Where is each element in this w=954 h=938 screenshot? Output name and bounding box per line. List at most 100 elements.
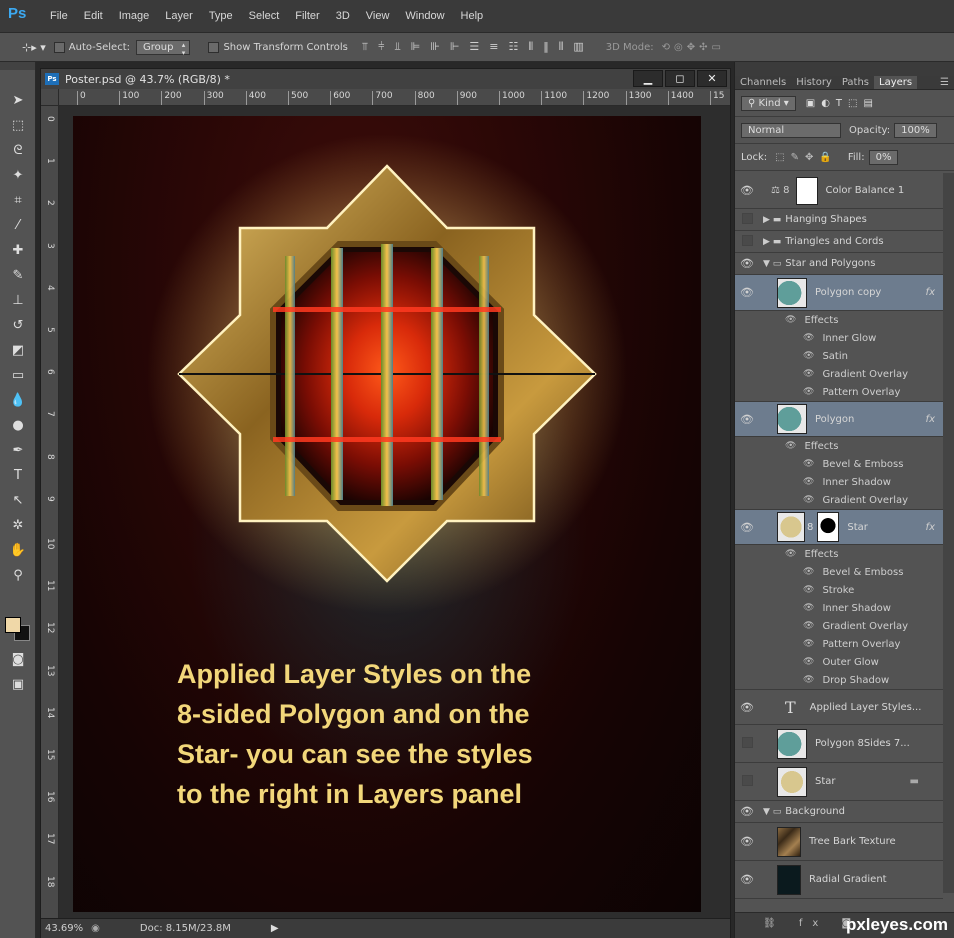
ruler-origin[interactable]	[41, 89, 59, 106]
layer-row-selected[interactable]: 👁 8 Star fx	[735, 509, 943, 545]
layer-group-row[interactable]: 👁 ▼ ▭ Star and Polygons	[735, 253, 943, 275]
show-transform-checkbox[interactable]	[208, 41, 220, 53]
layer-row-selected[interactable]: 👁 Polygon copy fx	[735, 275, 943, 311]
3d-mode-icons[interactable]: ⟲◎✥✣▭	[662, 42, 725, 53]
opacity-input[interactable]: 100%	[894, 122, 937, 138]
vertical-ruler[interactable]: 012345678910111213141516171819	[41, 106, 59, 929]
layer-row[interactable]: 👁 T Applied Layer Styles...	[735, 689, 943, 725]
effect-eye-icon[interactable]: 👁	[785, 315, 796, 325]
panel-menu-icon[interactable]: ☰	[935, 76, 954, 89]
lasso-tool-icon[interactable]: ᘓ	[0, 138, 36, 163]
effect-eye-icon[interactable]: 👁	[803, 603, 814, 613]
align-left-icon[interactable]: ⊫	[411, 40, 421, 54]
filter-kind-dropdown[interactable]: ⚲ Kind ▾	[741, 95, 796, 111]
distribute-left-icon[interactable]: ⦀	[528, 40, 533, 54]
effects-header[interactable]: 👁 Effects	[735, 437, 943, 455]
menu-help[interactable]: Help	[453, 10, 492, 22]
effect-eye-icon[interactable]: 👁	[785, 549, 796, 559]
hand-tool-icon[interactable]: ✋	[0, 538, 36, 563]
dodge-tool-icon[interactable]: ●	[0, 413, 36, 438]
toolbar-grip[interactable]	[0, 62, 35, 70]
visibility-eye-icon[interactable]: 👁	[735, 257, 759, 270]
shape-tool-icon[interactable]: ✲	[0, 513, 36, 538]
distribute-top-icon[interactable]: ☰	[469, 40, 479, 54]
visibility-eye-icon[interactable]: 👁	[735, 286, 759, 299]
effects-header[interactable]: 👁 Effects	[735, 311, 943, 329]
visibility-eye-icon[interactable]: 👁	[735, 413, 759, 426]
layer-group-row[interactable]: ▶ ▬ Hanging Shapes	[735, 209, 943, 231]
align-top-icon[interactable]: ⫪	[362, 40, 368, 54]
effect-eye-icon[interactable]: 👁	[803, 477, 814, 487]
distribute-vcenter-icon[interactable]: ≡	[489, 40, 498, 54]
menu-filter[interactable]: Filter	[287, 10, 327, 22]
visibility-eye-icon[interactable]: 👁	[735, 184, 759, 197]
chain-link-icon[interactable]: 8	[807, 522, 813, 533]
quick-mask-icon[interactable]: ◙	[0, 647, 36, 672]
layer-row-selected[interactable]: 👁 Polygon fx	[735, 401, 943, 437]
effect-item[interactable]: 👁 Drop Shadow	[735, 671, 943, 689]
tab-layers[interactable]: Layers	[874, 76, 918, 89]
history-brush-tool-icon[interactable]: ↺	[0, 313, 36, 338]
menu-type[interactable]: Type	[201, 10, 241, 22]
effect-eye-icon[interactable]: 👁	[803, 639, 814, 649]
visibility-eye-icon[interactable]: 👁	[735, 873, 759, 886]
effect-eye-icon[interactable]: 👁	[803, 675, 814, 685]
eraser-tool-icon[interactable]: ◩	[0, 338, 36, 363]
effect-eye-icon[interactable]: 👁	[803, 585, 814, 595]
screen-mode-icon[interactable]: ▣	[0, 672, 36, 697]
auto-align-icon[interactable]: ▥	[573, 40, 583, 54]
close-button[interactable]: ✕	[697, 70, 727, 87]
eyedropper-tool-icon[interactable]: ⁄	[0, 213, 36, 238]
folder-icon[interactable]: ▶ ▬	[763, 237, 781, 247]
tab-channels[interactable]: Channels	[735, 76, 791, 89]
path-selection-tool-icon[interactable]: ↖	[0, 488, 36, 513]
status-expand-icon[interactable]: ▶	[271, 923, 279, 934]
effect-item[interactable]: 👁 Pattern Overlay	[735, 383, 943, 401]
effect-item[interactable]: 👁 Satin	[735, 347, 943, 365]
effect-item[interactable]: 👁 Stroke	[735, 581, 943, 599]
maximize-button[interactable]: ◻	[665, 70, 695, 87]
document-canvas[interactable]: Applied Layer Styles on the 8-sided Poly…	[73, 116, 701, 912]
layer-group-row[interactable]: ▶ ▬ Triangles and Cords	[735, 231, 943, 253]
effect-item[interactable]: 👁 Outer Glow	[735, 653, 943, 671]
menu-layer[interactable]: Layer	[157, 10, 201, 22]
layers-scrollbar[interactable]	[943, 173, 954, 893]
menu-image[interactable]: Image	[111, 10, 158, 22]
effect-item[interactable]: 👁 Bevel & Emboss	[735, 563, 943, 581]
layer-group-row[interactable]: 👁 ▼ ▭ Background	[735, 801, 943, 823]
visibility-eye-icon[interactable]: 👁	[735, 835, 759, 848]
auto-select-dropdown[interactable]: Group	[136, 39, 191, 57]
visibility-eye-icon[interactable]	[735, 775, 759, 789]
effect-item[interactable]: 👁 Inner Shadow	[735, 599, 943, 617]
align-bottom-icon[interactable]: ⫫	[394, 40, 400, 54]
effect-item[interactable]: 👁 Inner Glow	[735, 329, 943, 347]
fx-icon[interactable]: fx	[926, 522, 935, 533]
caption-text[interactable]: Applied Layer Styles on the 8-sided Poly…	[177, 654, 677, 814]
menu-view[interactable]: View	[358, 10, 398, 22]
zoom-tool-icon[interactable]: ⚲	[0, 563, 36, 588]
effect-eye-icon[interactable]: 👁	[803, 459, 814, 469]
fx-icon[interactable]: fx	[926, 287, 935, 298]
effect-eye-icon[interactable]: 👁	[803, 333, 814, 343]
zoom-level[interactable]: 43.69%	[45, 923, 83, 934]
effect-item[interactable]: 👁 Gradient Overlay	[735, 491, 943, 509]
foreground-color-swatch[interactable]	[5, 617, 21, 633]
effect-eye-icon[interactable]: 👁	[803, 387, 814, 397]
auto-select-checkbox[interactable]	[53, 41, 65, 53]
healing-brush-tool-icon[interactable]: ✚	[0, 238, 36, 263]
move-tool-preset-icon[interactable]: ⊹▸ ▾	[22, 41, 46, 54]
distribute-bottom-icon[interactable]: ☷	[509, 40, 519, 54]
effect-item[interactable]: 👁 Inner Shadow	[735, 473, 943, 491]
menu-file[interactable]: File	[42, 10, 76, 22]
document-tab[interactable]: Ps Poster.psd @ 43.7% (RGB/8) * ▁ ◻ ✕	[41, 69, 730, 89]
blend-mode-dropdown[interactable]: Normal	[741, 122, 841, 138]
visibility-eye-icon[interactable]	[735, 235, 759, 249]
effects-header[interactable]: 👁 Effects	[735, 545, 943, 563]
effect-eye-icon[interactable]: 👁	[803, 657, 814, 667]
menu-select[interactable]: Select	[241, 10, 288, 22]
visibility-eye-icon[interactable]	[735, 213, 759, 227]
clone-stamp-tool-icon[interactable]: ⊥	[0, 288, 36, 313]
menu-window[interactable]: Window	[397, 10, 452, 22]
panel-header[interactable]	[735, 62, 954, 76]
effect-item[interactable]: 👁 Pattern Overlay	[735, 635, 943, 653]
